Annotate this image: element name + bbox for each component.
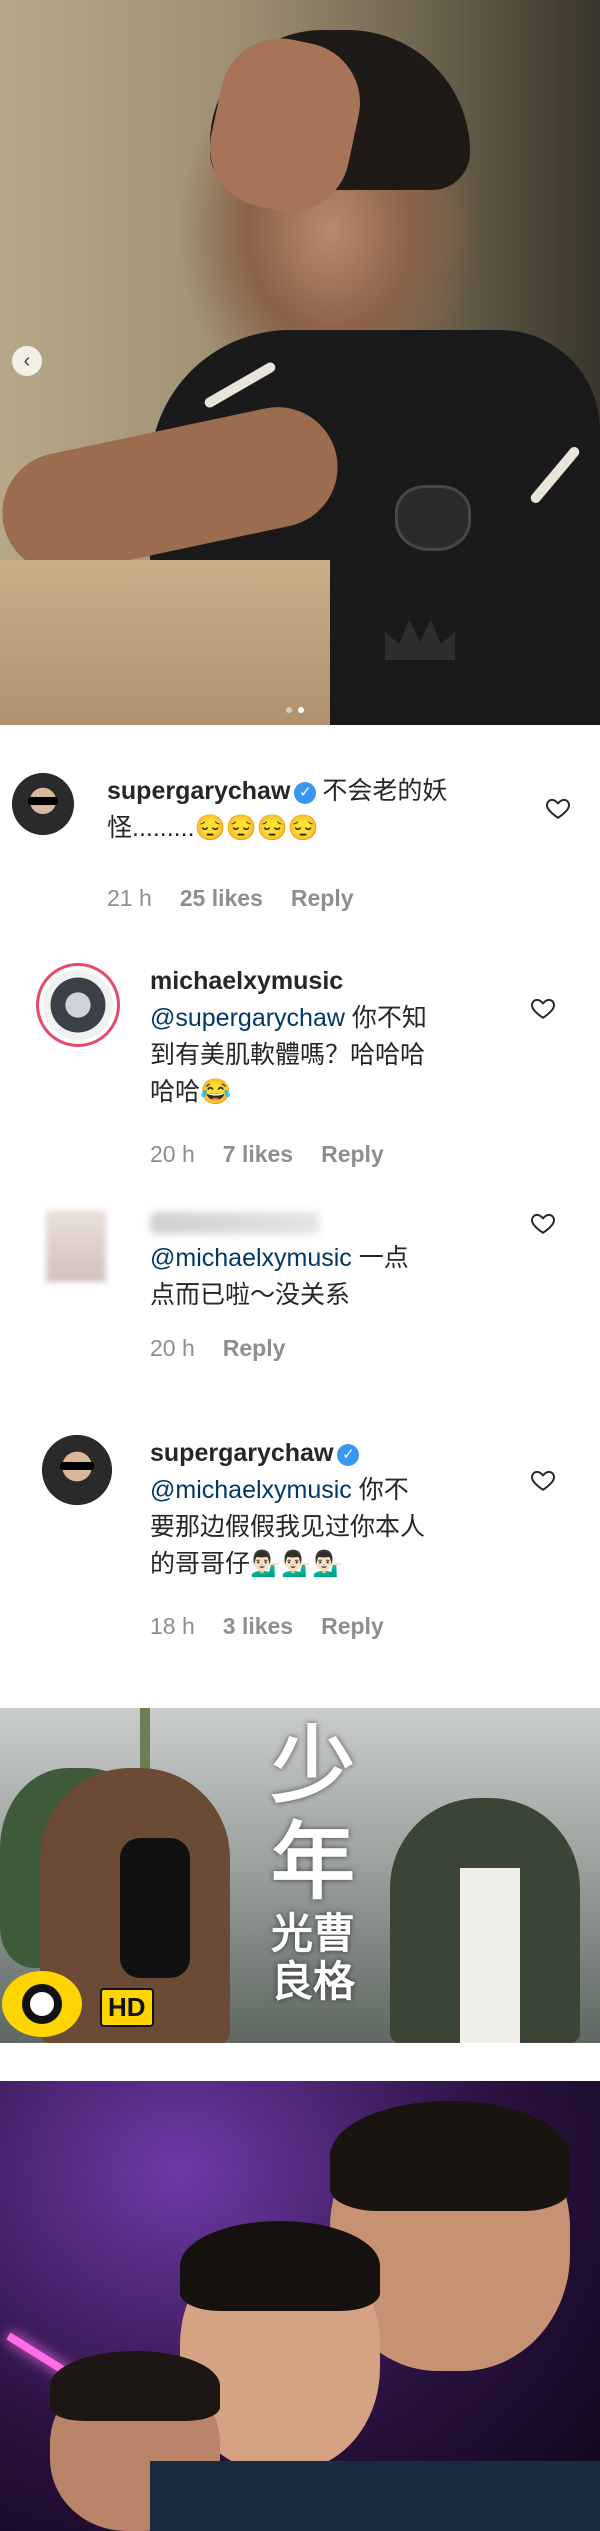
selfie-hair bbox=[330, 2101, 570, 2211]
chevron-left-icon: ‹ bbox=[23, 350, 31, 372]
comment-mention[interactable]: @michaelxymusic bbox=[150, 1476, 352, 1504]
avatar-sunglasses bbox=[28, 797, 58, 805]
comment-username[interactable]: supergarychaw bbox=[107, 777, 290, 805]
thumbnail-shirt bbox=[460, 1868, 520, 2043]
comment-text-line3: 哈哈😂 bbox=[150, 1078, 232, 1106]
reply-button[interactable]: Reply bbox=[321, 1613, 384, 1640]
selfie-hair bbox=[50, 2351, 220, 2421]
avatar[interactable] bbox=[42, 1435, 112, 1505]
username-blurred[interactable] bbox=[150, 1212, 320, 1234]
comment-text: supergarychaw ✓ 不会老的妖 怪.........😔😔😔😔 bbox=[107, 773, 507, 847]
heart-icon[interactable] bbox=[530, 995, 556, 1021]
comment-username[interactable]: supergarychaw bbox=[150, 1439, 333, 1467]
comment-text: michaelxymusic @supergarychaw 你不知 到有美肌軟體… bbox=[150, 963, 510, 1111]
comment-reply-item: supergarychaw ✓ @michaelxymusic 你不 要那边假假我… bbox=[0, 1435, 600, 1639]
comment-time: 21 h bbox=[107, 885, 152, 911]
heart-icon[interactable] bbox=[530, 1210, 556, 1236]
selfie-jacket bbox=[150, 2461, 600, 2531]
comment-meta: 20 h 7 likes Reply bbox=[150, 1141, 384, 1168]
comment-likes[interactable]: 25 likes bbox=[180, 885, 263, 912]
comment-text-line1: 不会老的妖 bbox=[322, 777, 448, 805]
carousel-prev-button[interactable]: ‹ bbox=[12, 346, 42, 376]
carousel-dots bbox=[286, 707, 304, 713]
verified-badge-icon: ✓ bbox=[294, 782, 317, 804]
comment-reply-item: @michaelxymusic 一点 点而已啦～没关系 20 h Reply bbox=[0, 1210, 600, 1400]
verified-badge-icon: ✓ bbox=[337, 1444, 360, 1466]
comment-likes[interactable]: 3 likes bbox=[223, 1613, 293, 1640]
video-title: 少 年 光曹 良格 bbox=[258, 1718, 368, 2006]
avatar-image bbox=[42, 1435, 112, 1505]
comment-time: 20 h bbox=[150, 1335, 195, 1361]
comment-text-line1: 一点 bbox=[351, 1244, 409, 1272]
comment-time: 18 h bbox=[150, 1613, 195, 1639]
channel-logo-icon bbox=[2, 1971, 82, 2037]
reply-button[interactable]: Reply bbox=[223, 1335, 286, 1362]
comment-reply-item: michaelxymusic @supergarychaw 你不知 到有美肌軟體… bbox=[0, 963, 600, 1173]
avatar-sunglasses bbox=[60, 1462, 94, 1470]
comment-text-line2: 点而已啦～没关系 bbox=[150, 1281, 351, 1309]
selfie-hair bbox=[180, 2221, 380, 2311]
heart-icon[interactable] bbox=[530, 1467, 556, 1493]
comment-mention[interactable]: @supergarychaw bbox=[150, 1004, 345, 1032]
comment-text-line2: 到有美肌軟體嗎？哈哈哈 bbox=[150, 1041, 426, 1069]
comment-username[interactable]: michaelxymusic bbox=[150, 967, 343, 995]
comment-item: supergarychaw ✓ 不会老的妖 怪.........😔😔😔😔 21 h … bbox=[0, 773, 600, 953]
reply-button[interactable]: Reply bbox=[321, 1141, 384, 1168]
post-photo[interactable]: ‹ bbox=[0, 0, 600, 725]
carousel-dot-active bbox=[298, 707, 304, 713]
avatar-blurred[interactable] bbox=[46, 1210, 106, 1282]
comment-text-line3: 的哥哥仔💁🏻‍♂️💁🏻‍♂️💁🏻‍♂️ bbox=[150, 1550, 344, 1578]
carousel-dot bbox=[286, 707, 292, 713]
video-title-char: 少 bbox=[270, 1716, 355, 1815]
group-selfie-photo[interactable] bbox=[0, 2081, 600, 2531]
comment-text-line1: 你不 bbox=[351, 1476, 409, 1504]
comment-text-line2: 要那边假假我见过你本人 bbox=[150, 1513, 426, 1541]
comment-mention[interactable]: @michaelxymusic bbox=[150, 1244, 352, 1272]
thumbnail-scarf bbox=[120, 1838, 190, 1978]
comment-meta: 20 h Reply bbox=[150, 1335, 285, 1362]
heart-icon[interactable] bbox=[545, 795, 571, 821]
eye-tattoo bbox=[395, 485, 471, 551]
comment-text-line1: 你不知 bbox=[344, 1004, 427, 1032]
photo-table bbox=[0, 560, 330, 725]
video-title-char: 年 bbox=[270, 1812, 355, 1911]
comment-likes[interactable]: 7 likes bbox=[223, 1141, 293, 1168]
reply-button[interactable]: Reply bbox=[291, 885, 354, 912]
comment-text: @michaelxymusic 一点 点而已啦～没关系 bbox=[150, 1240, 510, 1314]
comment-text-line2: 怪.........😔😔😔😔 bbox=[107, 814, 320, 842]
avatar-image bbox=[43, 970, 113, 1040]
comment-text: supergarychaw ✓ @michaelxymusic 你不 要那边假假我… bbox=[150, 1435, 530, 1583]
video-artist-line: 光曹 bbox=[270, 1909, 355, 1958]
comment-meta: 18 h 3 likes Reply bbox=[150, 1613, 384, 1640]
hd-badge: HD bbox=[100, 1988, 154, 2027]
avatar[interactable] bbox=[12, 773, 74, 835]
comment-time: 20 h bbox=[150, 1141, 195, 1167]
avatar[interactable] bbox=[36, 963, 120, 1047]
video-artist-line: 良格 bbox=[270, 1957, 355, 2006]
comment-meta: 21 h 25 likes Reply bbox=[107, 885, 354, 912]
comments-section: supergarychaw ✓ 不会老的妖 怪.........😔😔😔😔 21 h … bbox=[0, 725, 600, 1690]
video-thumbnail[interactable]: 少 年 光曹 良格 HD bbox=[0, 1708, 600, 2043]
